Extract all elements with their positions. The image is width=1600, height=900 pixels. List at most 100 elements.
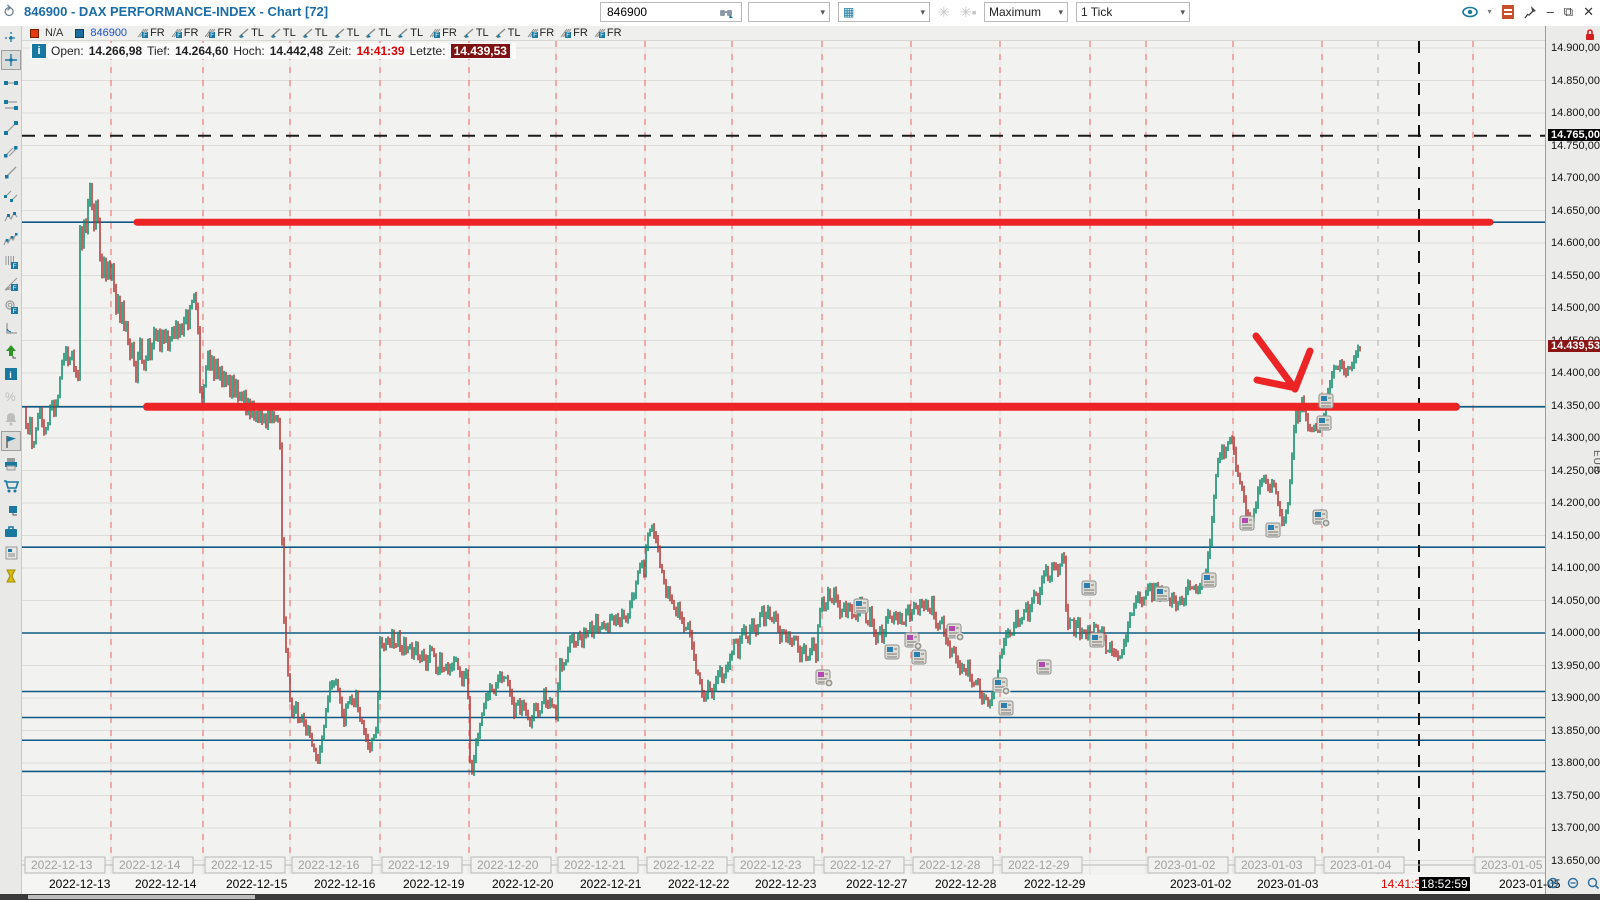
date-axis-label: 2023-01-03 (1257, 877, 1318, 891)
move-tool-icon[interactable] (1, 28, 21, 48)
journal-icon[interactable] (1502, 5, 1514, 19)
angle-tool-icon[interactable] (1, 319, 21, 339)
fibonacci-retracement-button[interactable]: FFR (559, 27, 588, 39)
alarm-bell-icon[interactable] (1, 409, 21, 429)
date-box-label: 2022-12-13 (25, 857, 105, 873)
price-axis-label: 14.350,00 (1551, 400, 1600, 412)
calculation-dropdown[interactable]: ▦ ▾ (838, 2, 930, 22)
news-event-icon[interactable] (905, 633, 922, 650)
price-axis-label: 14.750,00 (1551, 140, 1600, 152)
svg-text:2023-01-05: 2023-01-05 (1481, 858, 1543, 872)
news-event-icon[interactable] (1155, 587, 1169, 601)
eye-options-chevron-icon[interactable]: ▾ (1488, 2, 1492, 22)
trendline-button[interactable]: TL (333, 27, 360, 39)
svg-text:F: F (13, 285, 17, 292)
fibonacci-fan-tool-icon[interactable]: F (1, 274, 21, 294)
close-button[interactable]: ✕ (1583, 2, 1594, 22)
ray-tool-icon[interactable] (1, 162, 21, 182)
date-axis-label: 2022-12-14 (135, 877, 196, 891)
news-event-icon[interactable] (1266, 523, 1280, 537)
zoom-out-icon[interactable] (1567, 877, 1580, 890)
news-event-icon[interactable] (1319, 394, 1333, 408)
news-event-icon[interactable] (993, 678, 1010, 695)
trendline-button[interactable]: TL (494, 27, 521, 39)
trendline-button[interactable]: TL (462, 27, 489, 39)
info-icon[interactable]: i (32, 44, 46, 58)
crosshair-tool-icon[interactable] (1, 50, 21, 70)
fibonacci-retracement-button[interactable]: FFR (593, 27, 622, 39)
fibonacci-retracement-button[interactable]: FFR (526, 27, 555, 39)
pin-icon[interactable] (1524, 5, 1537, 19)
news-event-icon[interactable] (1037, 660, 1051, 674)
print-icon[interactable] (1, 454, 21, 474)
fibonacci-retracement-button[interactable]: FFR (203, 27, 232, 39)
fibonacci-retracement-button[interactable]: FFR (170, 27, 199, 39)
fibonacci-spiral-tool-icon[interactable]: F (1, 297, 21, 317)
news-event-icon[interactable] (1202, 573, 1216, 587)
svg-text:2022-12-29: 2022-12-29 (1008, 858, 1070, 872)
time-range-dropdown[interactable]: Maximum▾ (984, 2, 1068, 22)
news-event-icon[interactable] (999, 701, 1013, 715)
binoculars-icon[interactable] (719, 6, 733, 18)
news-list-icon[interactable] (1, 543, 21, 563)
news-event-icon[interactable] (912, 650, 926, 664)
trendline-button[interactable]: TL (301, 27, 328, 39)
date-axis[interactable]: 2022-12-132022-12-142022-12-152022-12-16… (22, 875, 1545, 894)
zoom-controls (1547, 877, 1600, 890)
parallel-lines-tool-icon[interactable] (1, 95, 21, 115)
news-event-icon[interactable] (1082, 581, 1096, 595)
news-event-icon[interactable] (1313, 510, 1330, 527)
window-icon[interactable] (1, 498, 21, 518)
info-icon[interactable]: i (1, 364, 21, 384)
news-event-icon[interactable] (816, 670, 833, 687)
interval-dropdown[interactable]: 1 Tick▾ (1076, 2, 1190, 22)
restore-button[interactable]: ⧉ (1564, 2, 1573, 22)
fibonacci-retracement-button[interactable]: FFR (136, 27, 165, 39)
symbol-search-input[interactable] (605, 4, 719, 20)
fibonacci-retracement-button[interactable]: FFR (428, 27, 457, 39)
news-event-icon[interactable] (1090, 633, 1104, 647)
news-event-icon[interactable] (1240, 516, 1254, 530)
scrollbar-thumb[interactable] (28, 895, 255, 899)
symbol-list-dropdown[interactable]: ▾ (748, 2, 830, 22)
price-axis[interactable]: EUR 14.900,0014.850,0014.800,0014.750,00… (1545, 26, 1600, 894)
news-event-icon[interactable] (947, 624, 964, 641)
horizontal-scrollbar[interactable] (0, 894, 1600, 900)
news-event-icon[interactable] (854, 599, 868, 613)
svg-text:2022-12-21: 2022-12-21 (564, 858, 626, 872)
symbol-search-box[interactable] (600, 2, 742, 22)
drawn-red-arrow[interactable] (1295, 351, 1310, 389)
two-rays-tool-icon[interactable] (1, 185, 21, 205)
trendline-button[interactable]: TL (269, 27, 296, 39)
fibonacci-retracement-tool-icon[interactable]: F (1, 252, 21, 272)
percent-icon[interactable]: % (1, 386, 21, 406)
zoom-in-icon[interactable] (1547, 877, 1560, 890)
svg-text:F: F (566, 33, 570, 39)
window-title: 846900 - DAX PERFORMANCE-INDEX - Chart [… (24, 4, 328, 19)
horizontal-line-tool-icon[interactable] (1, 73, 21, 93)
polyline-tool-icon[interactable] (1, 207, 21, 227)
buy-arrow-icon[interactable] (1, 342, 21, 362)
trendline-tool-icon[interactable] (1, 118, 21, 138)
open-value: 14.266,98 (89, 44, 142, 58)
zigzag-tool-icon[interactable] (1, 230, 21, 250)
trendline-button[interactable]: TL (364, 27, 391, 39)
channel-tool-icon[interactable] (1, 140, 21, 160)
chart-plot-area[interactable]: 2022-12-132022-12-142022-12-152022-12-16… (22, 41, 1545, 875)
portfolio-icon[interactable] (1, 521, 21, 541)
order-cart-icon[interactable] (1, 476, 21, 496)
pin-flag-icon[interactable] (1, 431, 21, 451)
symbol-series-label: 846900 (90, 27, 127, 39)
minimize-button[interactable]: – (1547, 2, 1554, 22)
trendline-button[interactable]: TL (237, 27, 264, 39)
news-event-icon[interactable] (1317, 416, 1331, 430)
news-event-icon[interactable] (885, 645, 899, 659)
watch-eye-icon[interactable] (1462, 6, 1478, 18)
history-hourglass-icon[interactable] (1, 566, 21, 586)
axis-lock-icon[interactable] (1584, 28, 1596, 41)
na-series-swatch (30, 29, 39, 38)
date-box-label: 2022-12-16 (292, 857, 372, 873)
svg-text:F: F (177, 33, 181, 39)
trendline-button[interactable]: TL (396, 27, 423, 39)
zoom-reset-icon[interactable] (1587, 877, 1600, 890)
